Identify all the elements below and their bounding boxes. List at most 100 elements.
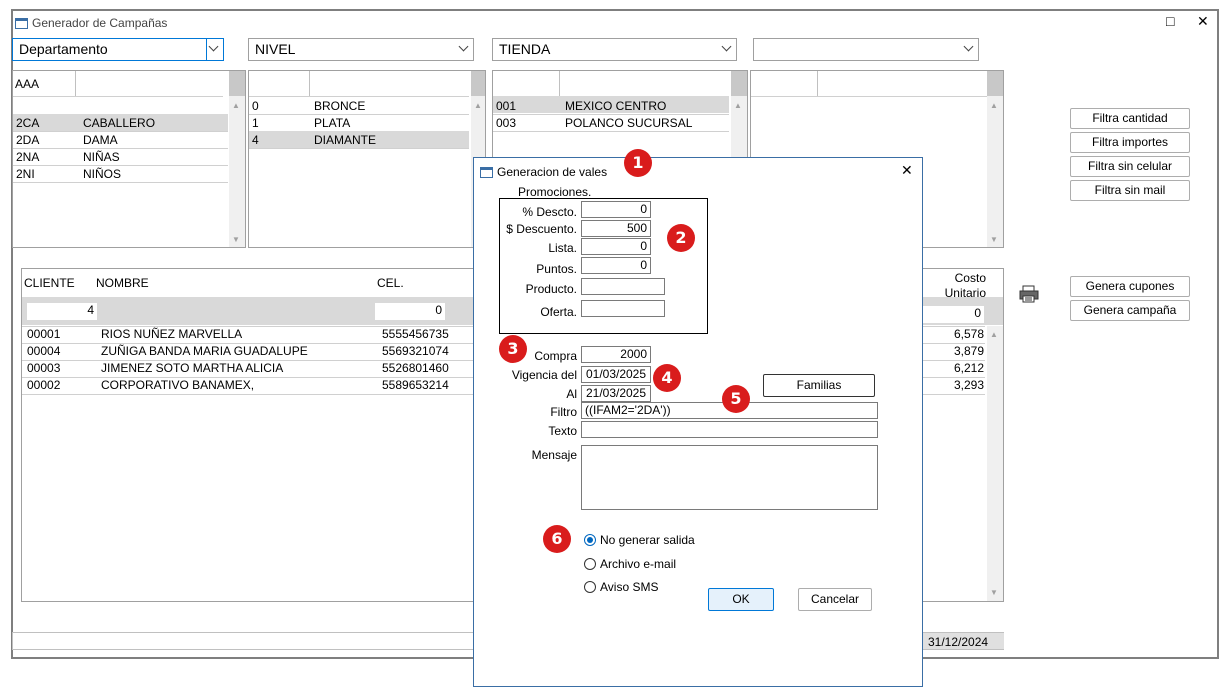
table-row-costo[interactable]: 6,578 <box>922 327 984 341</box>
table-row-costo[interactable]: 6,212 <box>922 361 984 375</box>
scroll-down-icon[interactable] <box>987 586 1003 598</box>
list-item-name[interactable]: DIAMANTE <box>314 133 376 147</box>
list-item-name[interactable]: MEXICO CENTRO <box>565 99 666 113</box>
texto-label: Texto <box>548 424 577 438</box>
al-input[interactable]: 21/03/2025 <box>581 385 651 402</box>
table-row-costo[interactable]: 3,293 <box>922 378 984 392</box>
scrollbar[interactable] <box>987 71 1003 247</box>
al-label: Al <box>566 387 577 401</box>
list-item-name[interactable]: DAMA <box>83 133 118 147</box>
extra-combo[interactable] <box>753 38 979 61</box>
departamento-grid[interactable]: AAA 2CA CABALLERO 2DA DAMA 2NA NIÑAS 2NI… <box>12 70 246 248</box>
list-item-name[interactable]: POLANCO SUCURSAL <box>565 116 692 130</box>
no-generar-salida-label[interactable]: No generar salida <box>600 533 695 547</box>
familias-button[interactable]: Familias <box>763 374 875 397</box>
vigencia-input[interactable]: 01/03/2025 <box>581 366 651 383</box>
scrollbar[interactable] <box>229 71 245 247</box>
scroll-down-icon[interactable] <box>987 233 1003 245</box>
lista-input[interactable]: 0 <box>581 238 651 255</box>
list-item-code[interactable]: 1 <box>252 116 259 130</box>
scroll-up-icon[interactable] <box>731 99 747 111</box>
grid-header: AAA <box>15 77 40 91</box>
oferta-input[interactable] <box>581 300 665 317</box>
list-item-name[interactable]: CABALLERO <box>83 116 155 130</box>
table-row-cliente[interactable]: 00002 <box>27 378 60 392</box>
tienda-combo[interactable]: TIENDA <box>492 38 737 61</box>
close-icon[interactable]: ✕ <box>901 162 913 179</box>
scroll-up-icon[interactable] <box>229 99 245 111</box>
archivo-email-label[interactable]: Archivo e-mail <box>600 557 676 571</box>
archivo-email-radio[interactable] <box>584 558 596 570</box>
mensaje-label: Mensaje <box>531 448 577 462</box>
no-generar-salida-radio[interactable] <box>584 534 596 546</box>
close-icon[interactable]: ✕ <box>1197 13 1209 30</box>
table-row-nombre[interactable]: CORPORATIVO BANAMEX, <box>101 378 254 392</box>
filter-costo-input[interactable]: 0 <box>922 306 984 323</box>
filter-cel-input[interactable]: 0 <box>375 303 445 320</box>
aviso-sms-radio[interactable] <box>584 581 596 593</box>
table-row-cliente[interactable]: 00003 <box>27 361 60 375</box>
pct-descto-input[interactable]: 0 <box>581 201 651 218</box>
producto-input[interactable] <box>581 278 665 295</box>
printer-icon[interactable] <box>1019 285 1039 303</box>
list-item-code[interactable]: 0 <box>252 99 259 113</box>
table-row-nombre[interactable]: RIOS NUÑEZ MARVELLA <box>101 327 242 341</box>
compra-input[interactable]: 2000 <box>581 346 651 363</box>
ok-button[interactable]: OK <box>708 588 774 611</box>
departamento-combo[interactable]: Departamento <box>12 38 224 61</box>
dialog-icon <box>480 167 493 178</box>
scroll-up-icon[interactable] <box>987 99 1003 111</box>
list-item-code[interactable]: 2NA <box>16 150 39 164</box>
list-item-code[interactable]: 2DA <box>16 133 39 147</box>
producto-label: Producto. <box>525 282 577 296</box>
column-header-cel[interactable]: CEL. <box>377 276 404 290</box>
annotation-badge-3: 3 <box>499 335 527 363</box>
column-header-nombre[interactable]: NOMBRE <box>96 276 149 290</box>
genera-campana-button[interactable]: Genera campaña <box>1070 300 1190 321</box>
list-item-name[interactable]: BRONCE <box>314 99 365 113</box>
texto-input[interactable] <box>581 421 878 438</box>
nivel-grid[interactable]: 0 BRONCE 1 PLATA 4 DIAMANTE <box>248 70 486 248</box>
table-row-cel[interactable]: 5555456735 <box>382 327 449 341</box>
scroll-down-icon[interactable] <box>229 233 245 245</box>
list-item-code[interactable]: 003 <box>496 116 516 130</box>
table-row-costo[interactable]: 3,879 <box>922 344 984 358</box>
genera-cupones-button[interactable]: Genera cupones <box>1070 276 1190 297</box>
filtra-sin-celular-button[interactable]: Filtra sin celular <box>1070 156 1190 177</box>
scroll-up-icon[interactable] <box>987 328 1003 340</box>
filtra-sin-mail-button[interactable]: Filtra sin mail <box>1070 180 1190 201</box>
list-item-code[interactable]: 2NI <box>16 167 35 181</box>
mensaje-textarea[interactable] <box>581 445 878 510</box>
annotation-badge-5: 5 <box>722 385 750 413</box>
chevron-down-icon <box>459 43 469 53</box>
table-row-cel[interactable]: 5569321074 <box>382 344 449 358</box>
table-row-cel[interactable]: 5526801460 <box>382 361 449 375</box>
filtra-cantidad-button[interactable]: Filtra cantidad <box>1070 108 1190 129</box>
scrollbar[interactable] <box>987 326 1003 601</box>
list-item-code[interactable]: 2CA <box>16 116 39 130</box>
filtra-importes-button[interactable]: Filtra importes <box>1070 132 1190 153</box>
table-row-cel[interactable]: 5589653214 <box>382 378 449 392</box>
descuento-label: $ Descuento. <box>506 222 577 236</box>
list-item-name[interactable]: NIÑOS <box>83 167 121 181</box>
list-item-name[interactable]: NIÑAS <box>83 150 120 164</box>
puntos-input[interactable]: 0 <box>581 257 651 274</box>
cancelar-button[interactable]: Cancelar <box>798 588 872 611</box>
list-item-code[interactable]: 001 <box>496 99 516 113</box>
filter-cliente-input[interactable]: 4 <box>27 303 97 320</box>
table-row-nombre[interactable]: ZUÑIGA BANDA MARIA GUADALUPE <box>101 344 308 358</box>
generacion-vales-dialog: Generacion de vales ✕ Promociones. % Des… <box>473 157 923 687</box>
combo-button[interactable] <box>206 39 223 60</box>
scroll-up-icon[interactable] <box>471 99 485 111</box>
list-item-name[interactable]: PLATA <box>314 116 350 130</box>
table-row-cliente[interactable]: 00001 <box>27 327 60 341</box>
table-row-cliente[interactable]: 00004 <box>27 344 60 358</box>
column-header-cliente[interactable]: CLIENTE <box>24 276 75 290</box>
table-row-nombre[interactable]: JIMENEZ SOTO MARTHA ALICIA <box>101 361 283 375</box>
nivel-combo[interactable]: NIVEL <box>248 38 474 61</box>
maximize-icon[interactable]: □ <box>1166 13 1174 29</box>
list-item-code[interactable]: 4 <box>252 133 259 147</box>
aviso-sms-label[interactable]: Aviso SMS <box>600 580 658 594</box>
descuento-input[interactable]: 500 <box>581 220 651 237</box>
annotation-badge-4: 4 <box>653 364 681 392</box>
